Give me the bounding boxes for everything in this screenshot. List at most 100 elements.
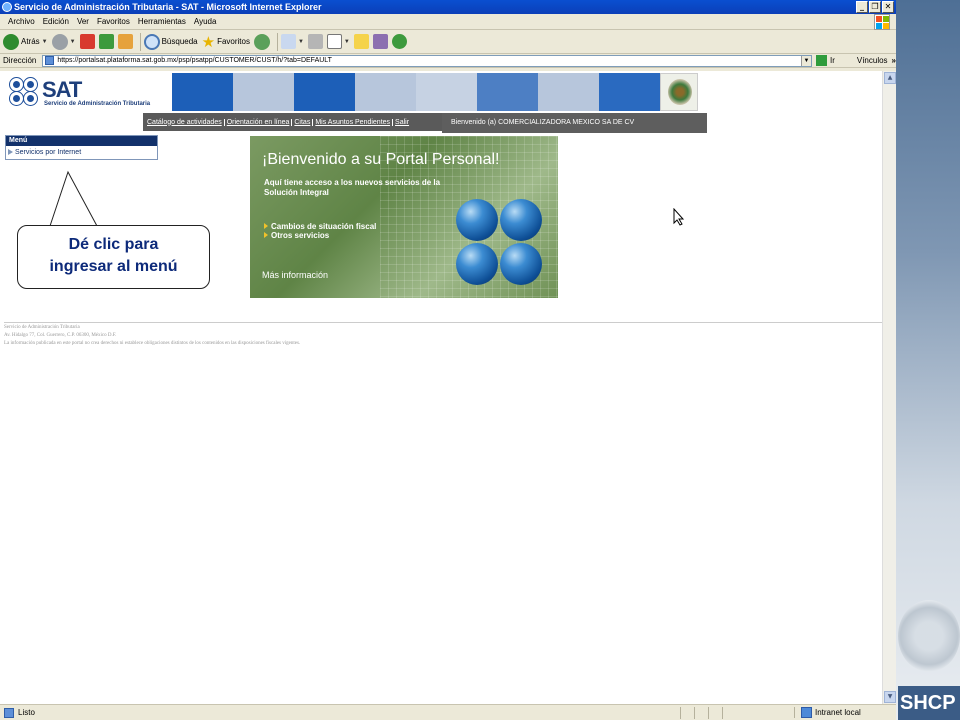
back-button[interactable]: Atrás ▼: [3, 33, 48, 50]
star-icon: ★: [201, 33, 216, 51]
address-input[interactable]: https://portalsat.plataforma.sat.gob.mx/…: [42, 54, 812, 67]
refresh-icon: [98, 34, 114, 49]
nav-asuntos[interactable]: Mis Asuntos Pendientes: [313, 118, 394, 126]
sat-logo-icon: [10, 78, 38, 106]
shcp-logo: SHCP: [898, 686, 960, 720]
address-label: Dirección: [3, 56, 37, 65]
sphere-graphic: [500, 243, 542, 285]
ie-icon: [2, 2, 12, 12]
menu-herramientas[interactable]: Herramientas: [134, 17, 190, 26]
status-bar: Listo Intranet local: [0, 704, 896, 720]
instruction-callout: Dé clic para ingresar al menú: [17, 225, 210, 289]
browser-window: Servicio de Administración Tributaria - …: [0, 0, 896, 720]
discuss-button[interactable]: [353, 34, 369, 49]
scroll-down-icon[interactable]: ▼: [884, 691, 896, 703]
menu-title: Menú: [6, 136, 157, 146]
chevron-down-icon: ▼: [343, 38, 350, 45]
mexico-coat-of-arms: [660, 73, 698, 111]
restore-button[interactable]: ❐: [869, 1, 881, 13]
chevron-down-icon: ▼: [69, 38, 76, 45]
home-button[interactable]: [117, 34, 133, 49]
banner-list-item: Cambios de situación fiscal: [264, 222, 376, 231]
callout-line-1: Dé clic para: [68, 236, 159, 253]
security-zone: Intranet local: [815, 708, 861, 717]
top-nav: Catálogo de actividades Orientación en l…: [143, 113, 442, 131]
history-button[interactable]: [253, 33, 270, 50]
play-triangle-icon: [8, 149, 13, 155]
go-arrow-icon: [815, 55, 827, 66]
messenger-button[interactable]: [391, 34, 407, 49]
menu-archivo[interactable]: Archivo: [4, 17, 39, 26]
sphere-graphic: [456, 243, 498, 285]
banner-list-item: Otros servicios: [264, 231, 376, 240]
menu-ayuda[interactable]: Ayuda: [190, 17, 221, 26]
footer-line-1: Servicio de Administración Tributaria: [4, 325, 80, 330]
mail-button[interactable]: ▼: [280, 34, 304, 49]
intranet-zone-icon: [801, 707, 812, 718]
menu-item-servicios[interactable]: Servicios por Internet: [6, 146, 157, 158]
address-url: https://portalsat.plataforma.sat.gob.mx/…: [57, 57, 332, 64]
side-menu: Menú Servicios por Internet: [5, 135, 158, 160]
research-button[interactable]: [372, 34, 388, 49]
menu-favoritos[interactable]: Favoritos: [93, 17, 134, 26]
windows-flag-icon: [874, 14, 890, 30]
search-label: Búsqueda: [161, 37, 198, 46]
sat-logo-subtitle: Servicio de Administración Tributaria: [44, 101, 151, 107]
printer-icon: [307, 34, 323, 49]
word-icon: [326, 34, 342, 49]
refresh-button[interactable]: [98, 34, 114, 49]
status-cell: [708, 706, 722, 719]
sat-logo[interactable]: SAT Servicio de Administración Tributari…: [4, 73, 172, 111]
back-arrow-icon: [3, 33, 19, 50]
page-loaded-icon: [4, 707, 14, 718]
chevron-right-icon[interactable]: »: [892, 56, 896, 65]
note-icon: [353, 34, 369, 49]
more-info-link[interactable]: Más información: [262, 270, 328, 280]
menu-bar: Archivo Edición Ver Favoritos Herramient…: [0, 14, 896, 30]
close-button[interactable]: ✕: [882, 1, 894, 13]
sat-logo-text: SAT: [42, 77, 82, 102]
go-label: Ir: [829, 56, 835, 65]
vertical-scrollbar[interactable]: ▲ ▼: [882, 71, 896, 704]
scroll-up-icon[interactable]: ▲: [884, 72, 896, 84]
menu-ver[interactable]: Ver: [73, 17, 93, 26]
links-button[interactable]: Vínculos: [857, 56, 888, 65]
chevron-down-icon: ▼: [41, 38, 48, 45]
nav-catalogo[interactable]: Catálogo de actividades: [145, 118, 225, 126]
search-button[interactable]: Búsqueda: [143, 33, 198, 50]
nav-orientacion[interactable]: Orientación en línea: [225, 118, 293, 126]
national-seal-watermark: [898, 600, 960, 672]
stop-icon: [79, 34, 95, 49]
forward-button[interactable]: ▼: [51, 33, 76, 50]
forward-arrow-icon: [51, 33, 68, 50]
edit-button[interactable]: ▼: [326, 34, 350, 49]
footer-line-3: La información publicada en este portal …: [4, 341, 301, 346]
nav-salir[interactable]: Salir: [393, 119, 411, 126]
banner-title: ¡Bienvenido a su Portal Personal!: [262, 151, 500, 168]
title-bar: Servicio de Administración Tributaria - …: [0, 0, 896, 14]
toolbar-separator: [139, 32, 141, 51]
toolbar-separator: [276, 32, 278, 51]
status-cell: [680, 706, 694, 719]
welcome-banner: Bienvenido (a) COMERCIALIZADORA MEXICO S…: [442, 113, 707, 133]
home-icon: [117, 34, 133, 49]
sphere-graphic: [500, 199, 542, 241]
print-button[interactable]: [307, 34, 323, 49]
history-icon: [253, 33, 270, 50]
go-button[interactable]: Ir: [815, 55, 835, 66]
welcome-portal-banner[interactable]: ¡Bienvenido a su Portal Personal! Aquí t…: [250, 136, 558, 298]
menu-edicion[interactable]: Edición: [39, 17, 73, 26]
sphere-graphic: [456, 199, 498, 241]
search-icon: [143, 33, 160, 50]
footer-line-2: Av. Hidalgo 77, Col. Guerrero, C.P. 0630…: [4, 333, 117, 338]
favorites-button[interactable]: ★ Favoritos: [202, 33, 250, 51]
callout-line-2: ingresar al menú: [49, 258, 178, 275]
back-label: Atrás: [21, 37, 40, 46]
minimize-button[interactable]: _: [856, 1, 868, 13]
stop-button[interactable]: [79, 34, 95, 49]
nav-citas[interactable]: Citas: [292, 118, 314, 126]
status-cell: [694, 706, 708, 719]
chevron-down-icon[interactable]: ▼: [800, 55, 811, 66]
footer-divider: [4, 322, 882, 323]
banner-text: Aquí tiene acceso a los nuevos servicios…: [264, 178, 441, 197]
